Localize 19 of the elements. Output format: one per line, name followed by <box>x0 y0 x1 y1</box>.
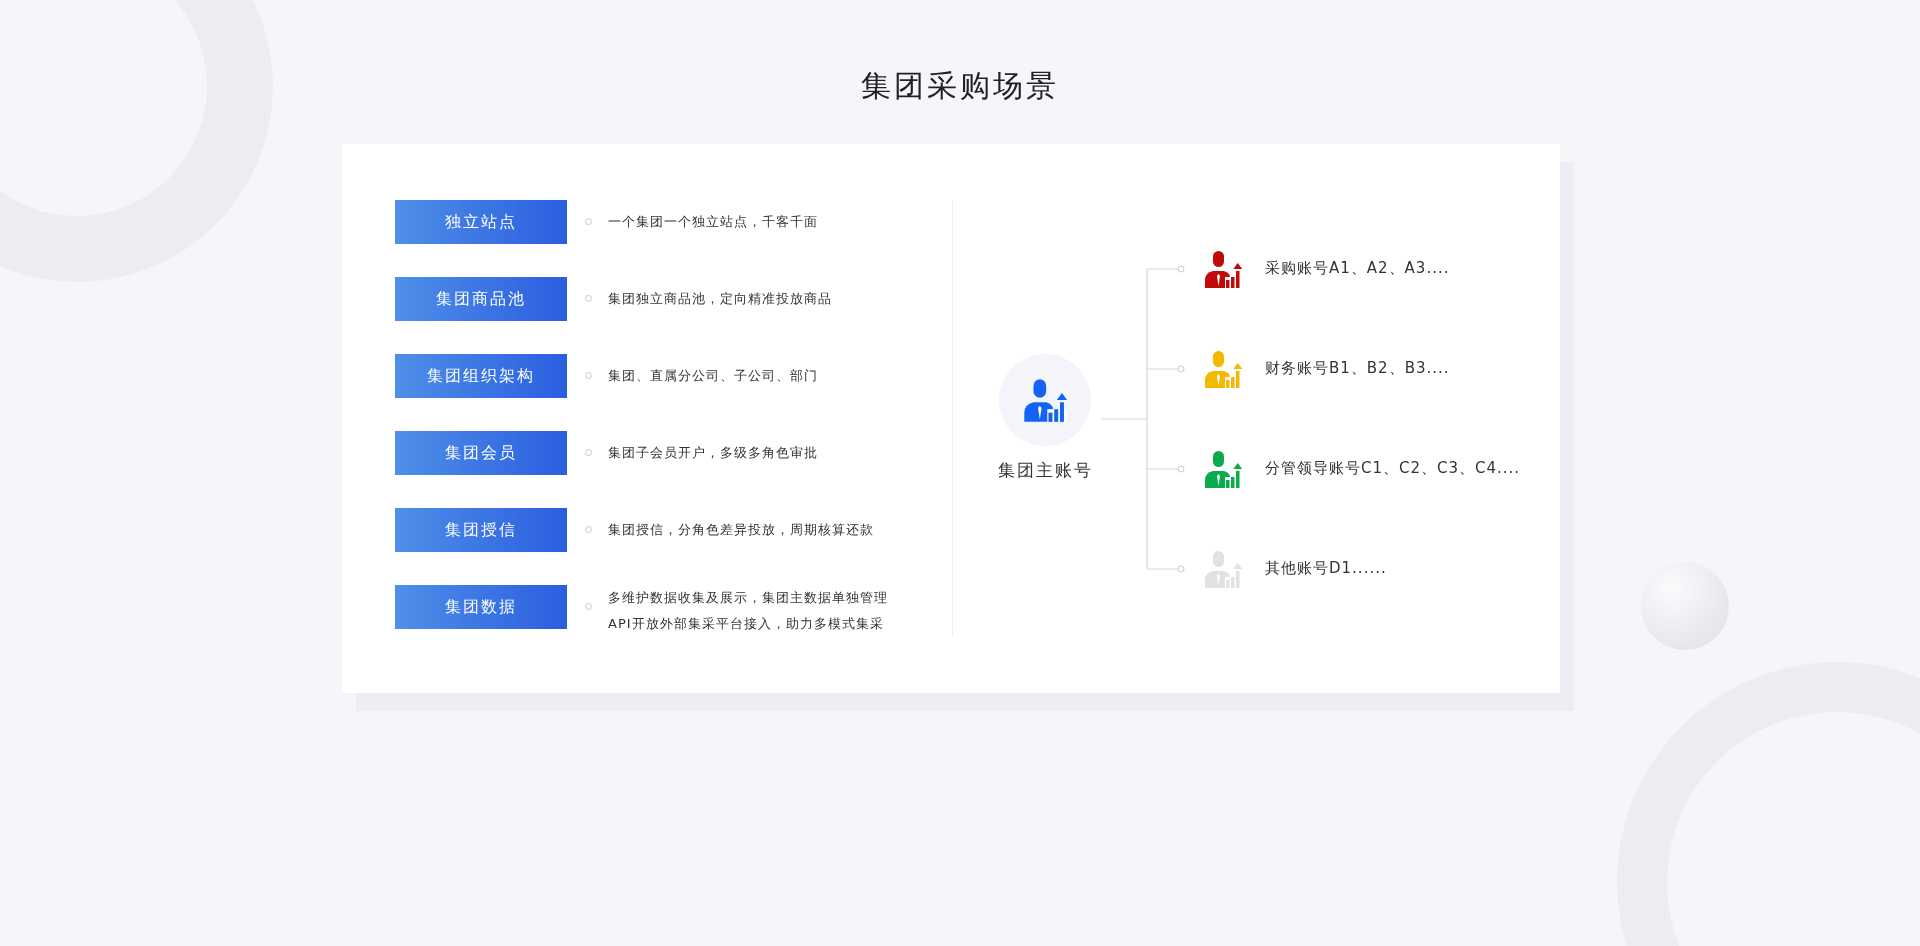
feature-description: 集团子会员开户，多级多角色审批 <box>608 444 818 462</box>
feature-description: API开放外部集采平台接入，助力多模式集采 <box>608 615 885 633</box>
feature-label: 集团会员 <box>395 431 567 475</box>
account-label: 集团主账号 <box>997 458 1093 482</box>
feature-description: 集团独立商品池，定向精准投放商品 <box>608 290 832 308</box>
feature-label: 集团商品池 <box>395 277 567 321</box>
feature-label: 集团数据 <box>395 585 567 629</box>
feature-label: 集团授信 <box>395 508 567 552</box>
feature-label: 独立站点 <box>395 200 567 244</box>
account-label: 财务账号B1、B2、B3.... <box>1265 358 1450 380</box>
account-label: 分管领导账号C1、C2、C3、C4.... <box>1265 458 1521 480</box>
account-label: 其他账号D1...... <box>1265 558 1387 580</box>
feature-description: 多维护数据收集及展示，集团主数据单独管理 <box>608 589 888 607</box>
feature-description: 集团、直属分公司、子公司、部门 <box>608 367 818 385</box>
page-title: 集团采购场景 <box>860 67 1060 104</box>
feature-description: 一个集团一个独立站点，千客千面 <box>608 213 818 231</box>
feature-description: 集团授信，分角色差异投放，周期核算还款 <box>608 521 874 539</box>
feature-label: 集团组织架构 <box>395 354 567 398</box>
account-label: 采购账号A1、A2、A3.... <box>1265 258 1450 280</box>
